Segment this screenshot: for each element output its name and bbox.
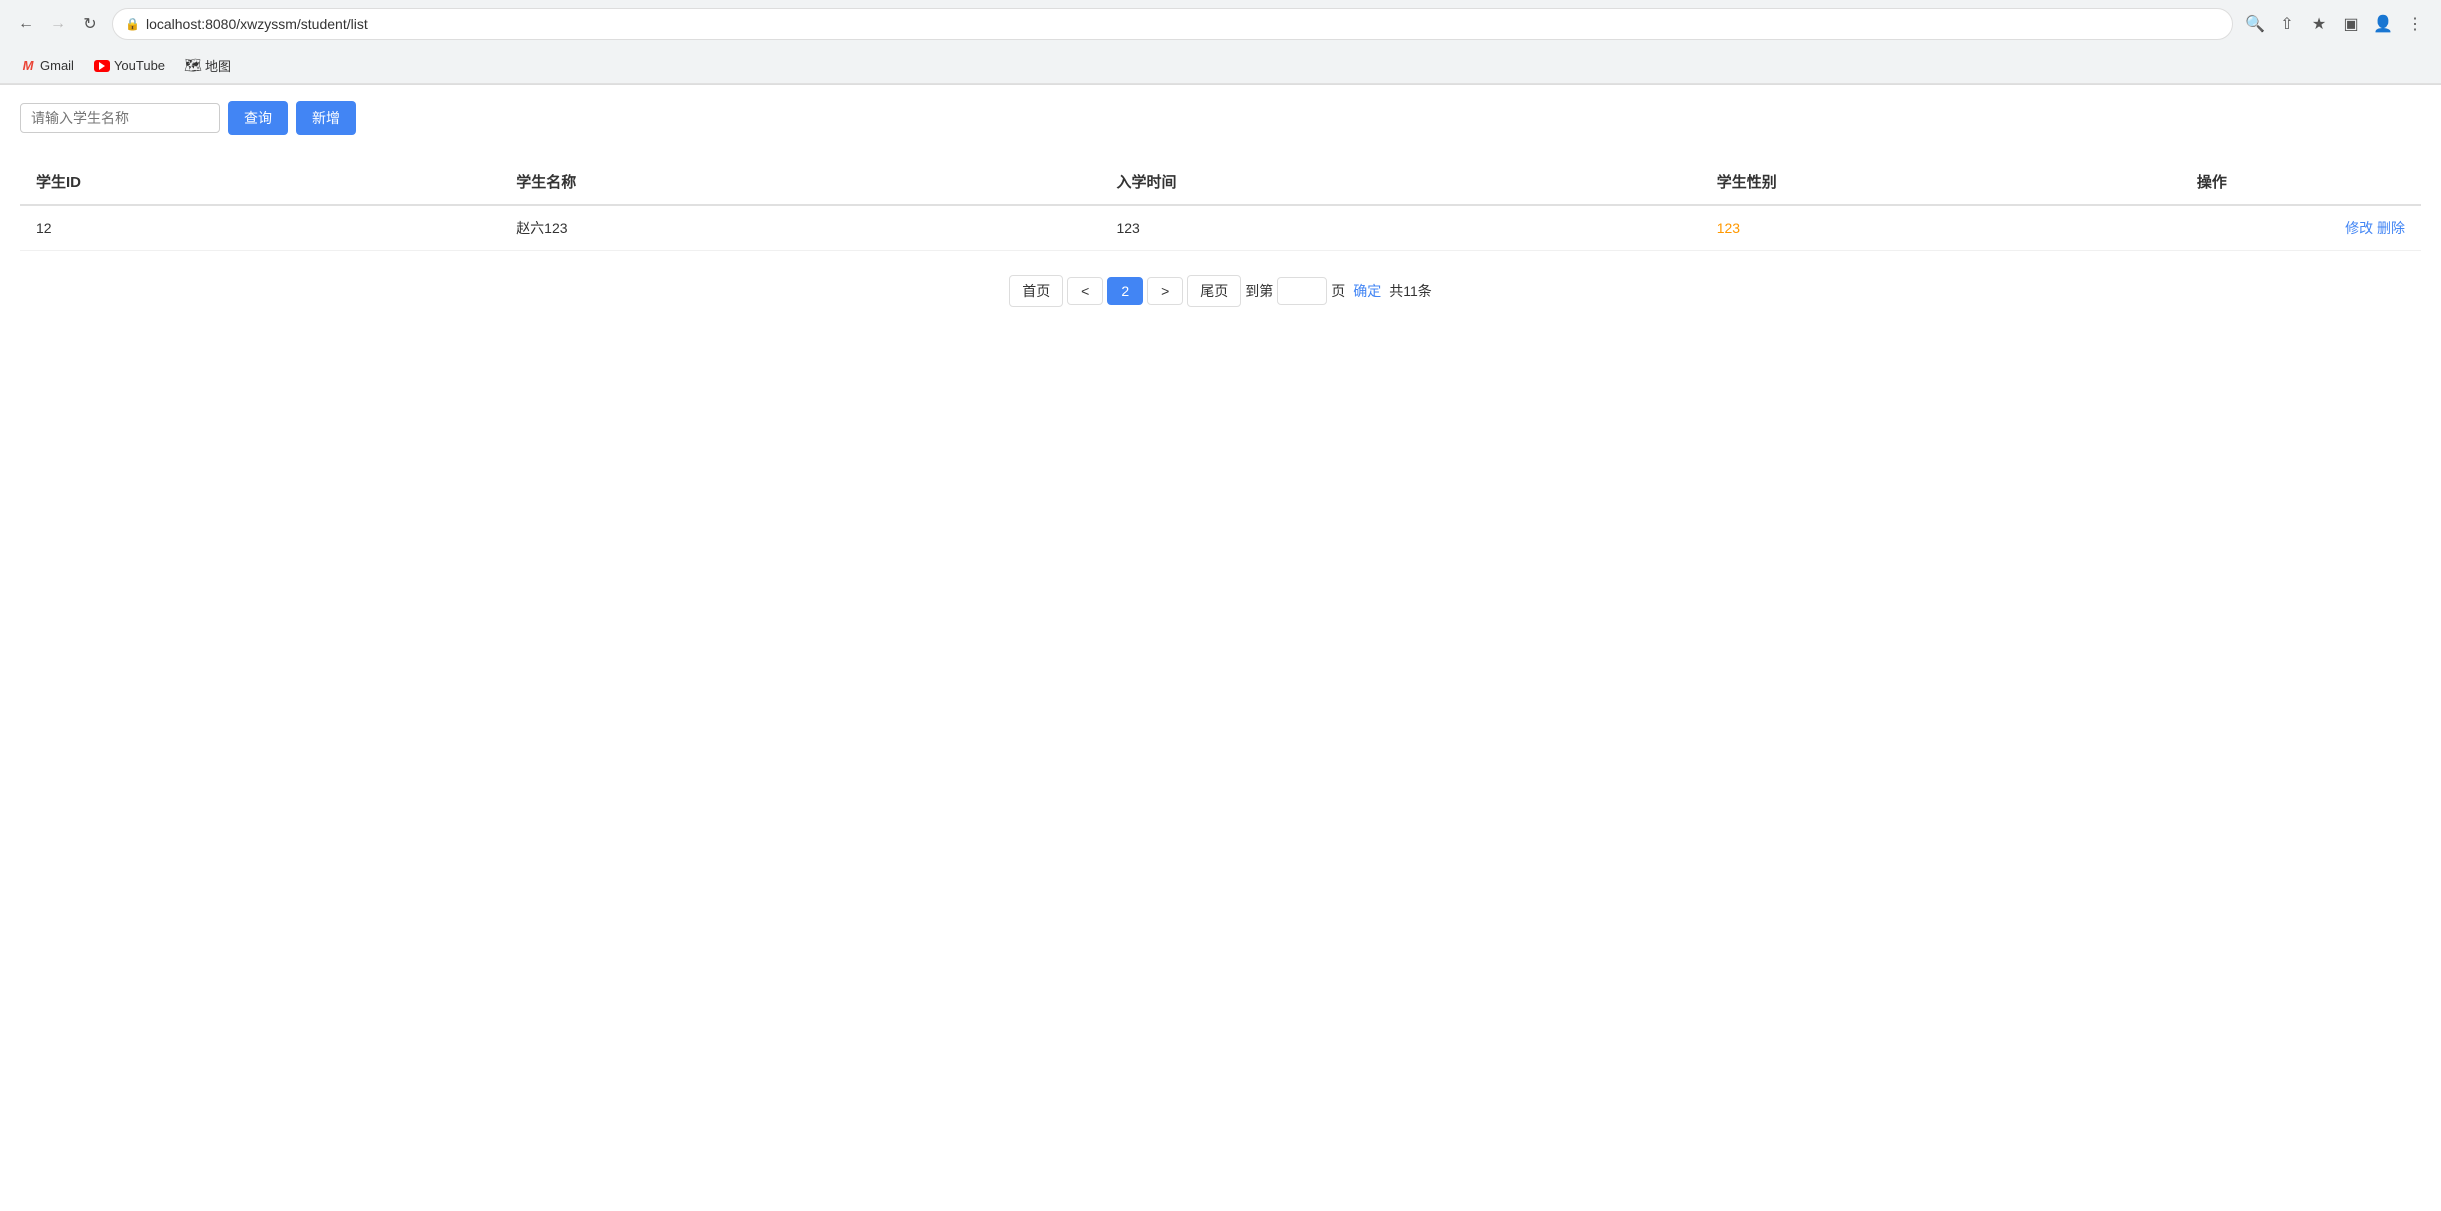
menu-button[interactable]: ⋮ bbox=[2401, 10, 2429, 38]
youtube-icon bbox=[94, 58, 110, 74]
col-header-id: 学生ID bbox=[20, 159, 500, 205]
search-button[interactable]: 🔍 bbox=[2241, 10, 2269, 38]
bookmark-gmail-label: Gmail bbox=[40, 58, 74, 73]
browser-chrome: ← → ↻ 🔒 localhost:8080/xwzyssm/student/l… bbox=[0, 0, 2441, 85]
bookmark-youtube[interactable]: YouTube bbox=[86, 56, 173, 76]
search-area: 查询 新增 bbox=[20, 101, 2421, 135]
url-text: localhost:8080/xwzyssm/student/list bbox=[146, 16, 2220, 32]
current-page-button[interactable]: 2 bbox=[1107, 277, 1143, 305]
delete-link-0[interactable]: 删除 bbox=[2377, 220, 2405, 236]
search-input[interactable] bbox=[20, 103, 220, 133]
cell-time-0: 123 bbox=[1100, 205, 1700, 251]
col-header-action: 操作 bbox=[2181, 159, 2421, 205]
query-button[interactable]: 查询 bbox=[228, 101, 288, 135]
reload-button[interactable]: ↻ bbox=[76, 10, 104, 38]
page-confirm-button[interactable]: 确定 bbox=[1349, 281, 1385, 301]
prev-page-button[interactable]: < bbox=[1067, 277, 1103, 305]
cell-action-0: 修改 删除 bbox=[2181, 205, 2421, 251]
maps-icon: 🗺 bbox=[185, 58, 201, 74]
security-icon: 🔒 bbox=[125, 17, 140, 31]
next-page-button[interactable]: > bbox=[1147, 277, 1183, 305]
bookmark-youtube-label: YouTube bbox=[114, 58, 165, 73]
col-header-gender: 学生性别 bbox=[1701, 159, 2181, 205]
bookmark-gmail[interactable]: M Gmail bbox=[12, 56, 82, 76]
page-total: 共11条 bbox=[1389, 281, 1432, 301]
goto-label: 到第 bbox=[1245, 281, 1273, 301]
page-suffix: 页 bbox=[1331, 281, 1345, 301]
pagination: 首页 < 2 > 尾页 到第 页 确定 共11条 bbox=[20, 275, 2421, 307]
cell-name-0: 赵六123 bbox=[500, 205, 1100, 251]
bookmark-button[interactable]: ★ bbox=[2305, 10, 2333, 38]
browser-toolbar: ← → ↻ 🔒 localhost:8080/xwzyssm/student/l… bbox=[0, 0, 2441, 48]
address-bar[interactable]: 🔒 localhost:8080/xwzyssm/student/list bbox=[112, 8, 2233, 40]
bookmarks-bar: M Gmail YouTube 🗺 地图 bbox=[0, 48, 2441, 84]
back-button[interactable]: ← bbox=[12, 10, 40, 38]
page-goto-input[interactable] bbox=[1277, 277, 1327, 305]
split-view-button[interactable]: ▣ bbox=[2337, 10, 2365, 38]
edit-link-0[interactable]: 修改 bbox=[2345, 220, 2373, 236]
first-page-button[interactable]: 首页 bbox=[1009, 275, 1063, 307]
share-button[interactable]: ⇧ bbox=[2273, 10, 2301, 38]
nav-buttons: ← → ↻ bbox=[12, 10, 104, 38]
col-header-time: 入学时间 bbox=[1100, 159, 1700, 205]
cell-id-0: 12 bbox=[20, 205, 500, 251]
table-row: 12 赵六123 123 123 修改 删除 bbox=[20, 205, 2421, 251]
cell-gender-0: 123 bbox=[1701, 205, 2181, 251]
bookmark-maps-label: 地图 bbox=[205, 56, 231, 75]
table-header-row: 学生ID 学生名称 入学时间 学生性别 操作 bbox=[20, 159, 2421, 205]
last-page-button[interactable]: 尾页 bbox=[1187, 275, 1241, 307]
profile-button[interactable]: 👤 bbox=[2369, 10, 2397, 38]
forward-button[interactable]: → bbox=[44, 10, 72, 38]
data-table: 学生ID 学生名称 入学时间 学生性别 操作 12 赵六123 123 123 … bbox=[20, 159, 2421, 251]
col-header-name: 学生名称 bbox=[500, 159, 1100, 205]
page-content: 查询 新增 学生ID 学生名称 入学时间 学生性别 操作 12 赵六123 12… bbox=[0, 85, 2441, 323]
add-button[interactable]: 新增 bbox=[296, 101, 356, 135]
bookmark-maps[interactable]: 🗺 地图 bbox=[177, 54, 239, 77]
toolbar-actions: 🔍 ⇧ ★ ▣ 👤 ⋮ bbox=[2241, 10, 2429, 38]
gmail-icon: M bbox=[20, 58, 36, 74]
